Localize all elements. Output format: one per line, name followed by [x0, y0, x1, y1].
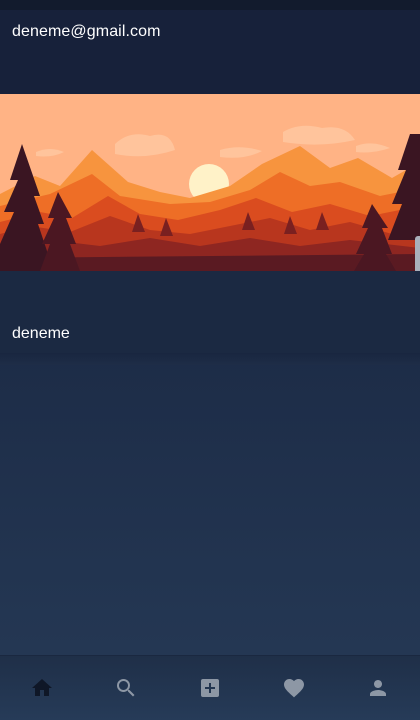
profile-content-area: [0, 365, 420, 655]
home-icon: [32, 679, 52, 696]
nav-search-button[interactable]: [84, 656, 168, 720]
search-icon: [117, 679, 135, 697]
profile-email: deneme@gmail.com: [12, 23, 161, 40]
section-divider: [0, 353, 420, 365]
add-box-icon: [201, 679, 219, 697]
nav-profile-button[interactable]: [336, 656, 420, 720]
person-icon: [370, 680, 386, 696]
heart-icon: [284, 679, 304, 698]
nav-home-button[interactable]: [0, 656, 84, 720]
profile-header: deneme@gmail.com: [0, 10, 420, 94]
nav-favorites-button[interactable]: [252, 656, 336, 720]
bottom-navigation-bar: [0, 655, 420, 720]
profile-banner-image: [0, 94, 420, 271]
profile-username: deneme: [12, 325, 70, 342]
nav-add-post-button[interactable]: [168, 656, 252, 720]
status-strip: [0, 0, 420, 10]
profile-username-row: deneme: [0, 271, 420, 353]
